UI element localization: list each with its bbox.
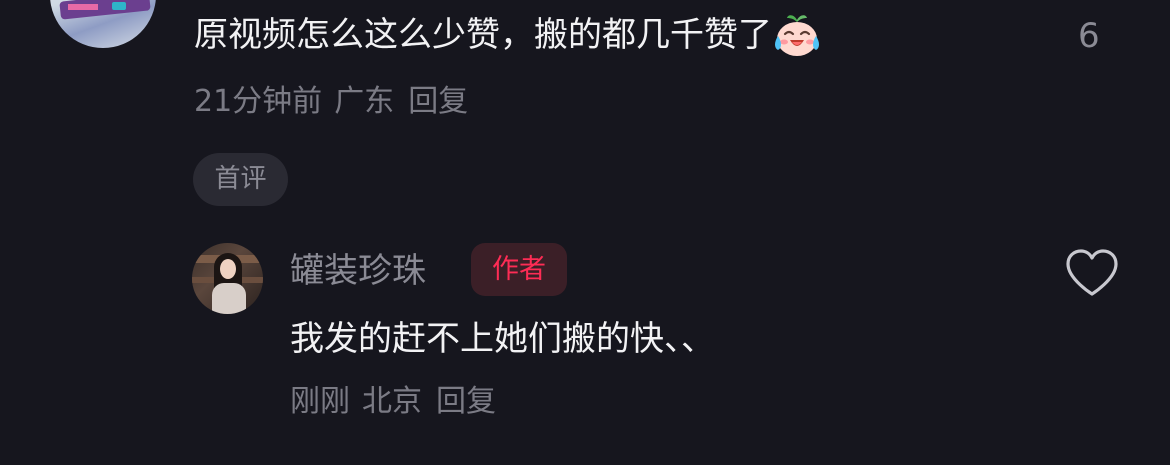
avatar-graphic: [112, 2, 126, 10]
comment-meta: 21分钟前 广东 回复: [194, 82, 480, 122]
avatar-graphic: [220, 259, 236, 279]
reply-author-name[interactable]: 罐装珍珠: [290, 249, 426, 293]
comment-reply-button[interactable]: 回复: [408, 84, 468, 119]
author-badge: 作者: [471, 243, 567, 296]
comment-location: 广东: [334, 84, 395, 119]
reply-author-avatar[interactable]: [192, 243, 263, 314]
avatar-graphic: [68, 4, 98, 10]
reply-reply-button[interactable]: 回复: [436, 384, 496, 419]
comment-time: 21分钟前: [194, 84, 323, 119]
comment-like-count: 6: [1078, 16, 1100, 56]
reply-meta: 刚刚 北京 回复: [290, 382, 508, 422]
commenter-avatar[interactable]: [50, 0, 156, 48]
comment-text: 原视频怎么这么少赞，搬的都几千赞了: [194, 15, 772, 55]
crying-laughing-emoji-icon: [775, 15, 819, 56]
reply-time: 刚刚: [290, 384, 350, 419]
heart-outline-icon[interactable]: [1064, 248, 1120, 298]
reply-location: 北京: [362, 384, 422, 419]
comment-body: 原视频怎么这么少赞，搬的都几千赞了: [194, 12, 822, 58]
reply-text: 我发的赶不上她们搬的快、、: [290, 319, 715, 359]
first-comment-badge: 首评: [193, 153, 288, 206]
avatar-graphic: [212, 283, 246, 314]
